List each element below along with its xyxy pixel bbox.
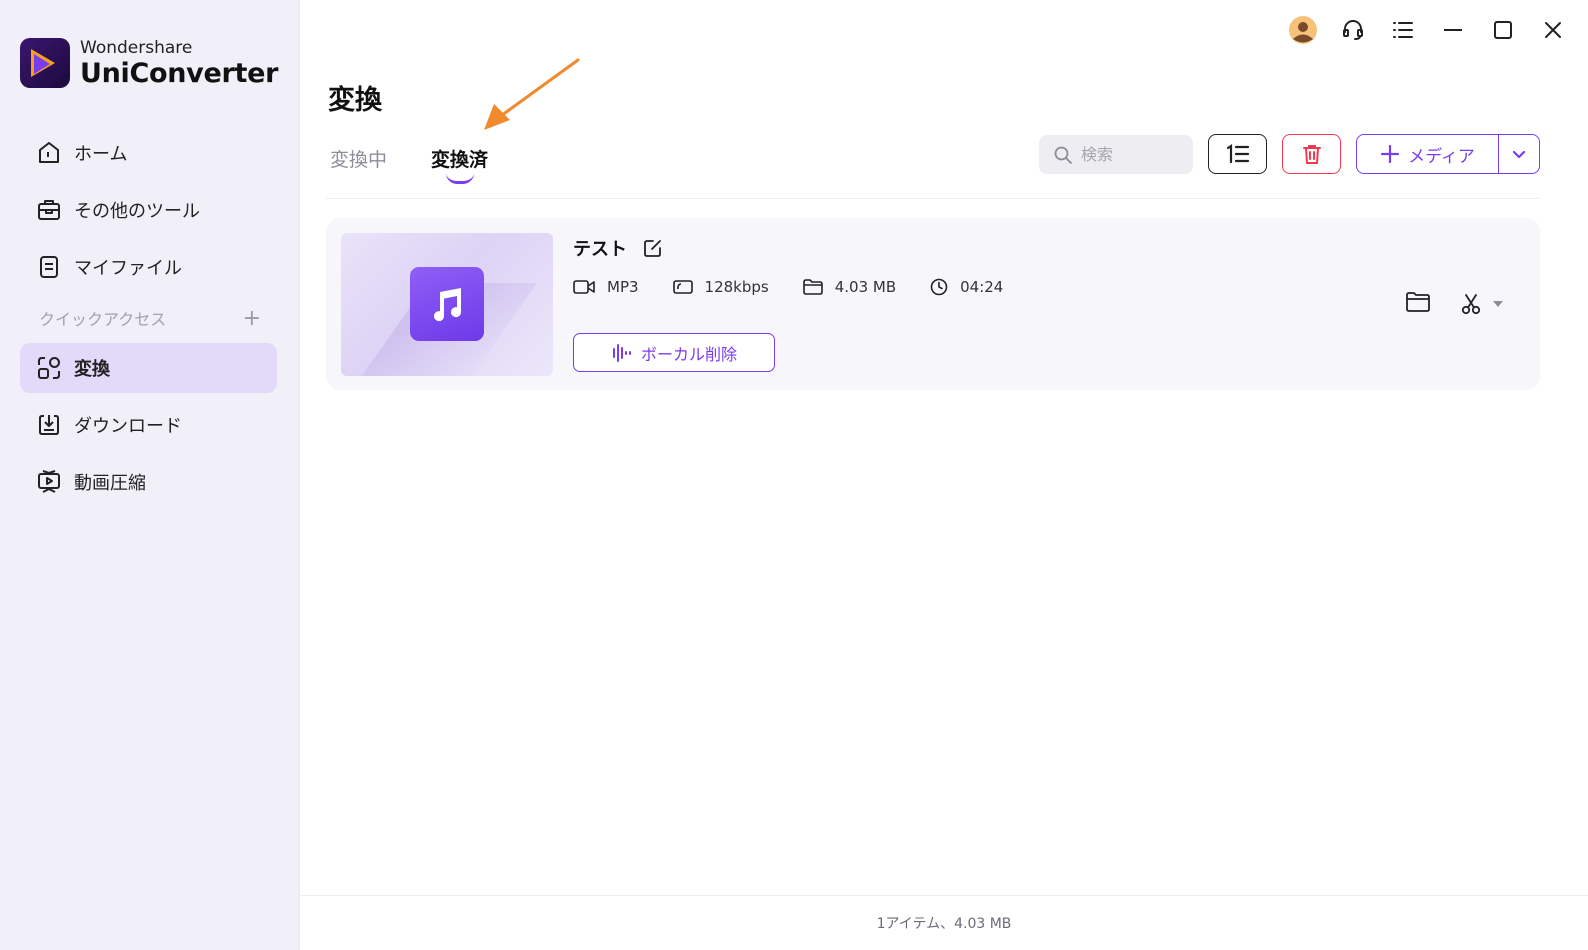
trim-menu[interactable]	[1460, 293, 1504, 315]
window-controls	[1288, 12, 1568, 48]
file-thumbnail[interactable]	[341, 233, 553, 376]
waveform-icon	[612, 343, 631, 362]
sidebar-item-label: 動画圧縮	[74, 473, 146, 494]
file-name: テスト	[573, 239, 627, 260]
trash-icon	[1302, 145, 1321, 164]
download-icon	[36, 412, 62, 438]
search-input[interactable]	[1081, 145, 1181, 164]
header-divider	[326, 198, 1540, 199]
home-icon	[36, 140, 62, 166]
brand: Wondershare UniConverter	[20, 38, 278, 88]
avatar[interactable]	[1288, 12, 1318, 48]
open-folder-icon[interactable]	[1406, 292, 1430, 316]
meta-duration: 04:24	[930, 278, 1003, 296]
sidebar-item-my-files[interactable]: マイファイル	[20, 242, 277, 292]
video-camera-icon	[573, 280, 595, 294]
list-view-button[interactable]	[1208, 134, 1267, 174]
meta-bitrate: 128kbps	[672, 278, 769, 296]
edit-name-icon[interactable]	[643, 238, 663, 258]
tab-converting[interactable]: 変換中	[330, 145, 387, 184]
sidebar-item-video-compress[interactable]: 動画圧縮	[20, 457, 277, 507]
app-logo	[20, 38, 70, 88]
tab-converted[interactable]: 変換済	[431, 145, 488, 184]
status-bar: 1アイテム、4.03 MB	[300, 895, 1588, 950]
card-actions	[1406, 292, 1504, 316]
file-size: 4.03 MB	[834, 278, 897, 296]
sidebar-item-label: その他のツール	[74, 201, 200, 222]
clock-icon	[930, 278, 948, 296]
sidebar-item-convert[interactable]: 変換	[20, 343, 277, 393]
maximize-icon[interactable]	[1488, 12, 1518, 48]
sidebar-nav: ホーム その他のツール マイファイル クイックアクセス + 変換 ダウンロード …	[20, 128, 277, 514]
file-card[interactable]: テスト MP3 128kbps 4.03 MB 04:24 ボーカル削除	[326, 218, 1540, 390]
file-icon	[36, 254, 62, 280]
file-meta: MP3 128kbps 4.03 MB 04:24	[573, 278, 1037, 296]
folder-icon	[802, 279, 823, 295]
annotation-arrow-icon	[484, 58, 580, 130]
file-name-row: テスト	[573, 235, 663, 261]
toolbox-icon	[36, 197, 62, 223]
vocal-remove-label: ボーカル削除	[640, 344, 737, 364]
support-headset-icon[interactable]	[1338, 12, 1368, 48]
search-icon	[1054, 146, 1072, 164]
add-media-button-group: メディア	[1356, 134, 1540, 174]
tab-bar: 変換中 変換済	[330, 145, 532, 184]
delete-button[interactable]	[1282, 134, 1341, 174]
sidebar: Wondershare UniConverter ホーム その他のツール マイフ…	[0, 0, 300, 950]
menu-icon[interactable]	[1388, 12, 1418, 48]
add-media-label: メディア	[1408, 146, 1475, 167]
chevron-down-icon	[1512, 150, 1526, 159]
convert-icon	[36, 355, 62, 381]
file-bitrate: 128kbps	[704, 278, 769, 296]
minimize-icon[interactable]	[1438, 12, 1468, 48]
music-note-icon	[410, 267, 484, 341]
quick-access-label: クイックアクセス	[39, 310, 167, 329]
numbered-list-icon	[1226, 143, 1249, 164]
page-title: 変換	[328, 85, 382, 116]
caret-down-icon	[1493, 301, 1503, 307]
vocal-remove-button[interactable]: ボーカル削除	[573, 333, 775, 372]
file-format: MP3	[607, 278, 639, 296]
add-media-button[interactable]: メディア	[1357, 135, 1499, 173]
sidebar-item-label: ダウンロード	[74, 416, 182, 437]
compress-icon	[36, 469, 62, 495]
meta-size: 4.03 MB	[802, 278, 897, 296]
sidebar-item-other-tools[interactable]: その他のツール	[20, 185, 277, 235]
add-quick-access-icon[interactable]: +	[243, 306, 261, 331]
sidebar-item-home[interactable]: ホーム	[20, 128, 277, 178]
scissors-icon	[1461, 294, 1481, 315]
bitrate-icon	[672, 280, 693, 294]
plus-icon	[1380, 144, 1400, 164]
close-icon[interactable]	[1538, 12, 1568, 48]
sidebar-item-label: 変換	[74, 359, 110, 380]
brand-product: UniConverter	[80, 57, 279, 89]
meta-format: MP3	[573, 278, 639, 296]
add-media-dropdown[interactable]	[1499, 135, 1539, 173]
brand-company: Wondershare	[80, 37, 193, 58]
sidebar-item-label: ホーム	[74, 144, 128, 165]
sidebar-item-download[interactable]: ダウンロード	[20, 400, 277, 450]
search-box[interactable]	[1039, 135, 1193, 174]
sidebar-item-label: マイファイル	[74, 258, 182, 279]
status-summary: 1アイテム、4.03 MB	[876, 916, 1012, 932]
quick-access-header: クイックアクセス +	[20, 299, 277, 337]
file-duration: 04:24	[960, 278, 1004, 296]
